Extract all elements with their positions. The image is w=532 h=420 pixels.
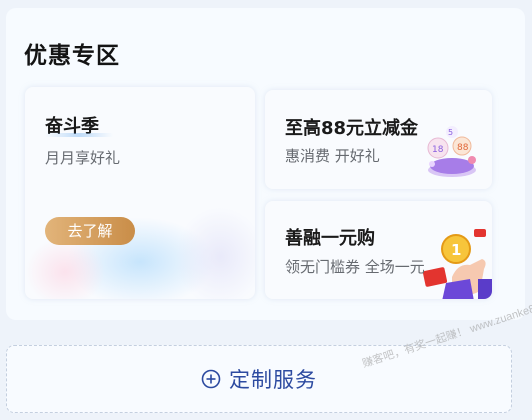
one-yuan-card-subtitle: 领无门槛券 全场一元 (285, 258, 425, 276)
learn-more-button[interactable]: 去了解 (45, 217, 135, 245)
svg-text:88: 88 (457, 143, 469, 153)
fendou-card-subtitle: 月月享好礼 (45, 149, 121, 167)
one-yuan-card[interactable]: 1 (265, 201, 492, 299)
custom-service-label: 定制服务 (229, 368, 317, 392)
section-title: 优惠专区 (24, 43, 120, 69)
coin-hand-icon: 1 (422, 229, 492, 299)
svg-text:18: 18 (432, 145, 444, 155)
svg-text:5: 5 (448, 128, 453, 137)
custom-service-button[interactable]: 定制服务 (6, 345, 512, 413)
svg-text:1: 1 (451, 241, 461, 259)
discount-card-title: 至高88元立减金 (285, 118, 419, 139)
title-underline (45, 133, 113, 137)
discount-card-subtitle: 惠消费 开好礼 (285, 147, 380, 165)
one-yuan-card-title: 善融一元购 (285, 228, 375, 249)
plus-circle-icon (201, 369, 221, 389)
gift-coins-icon: 18 88 5 (427, 126, 476, 177)
